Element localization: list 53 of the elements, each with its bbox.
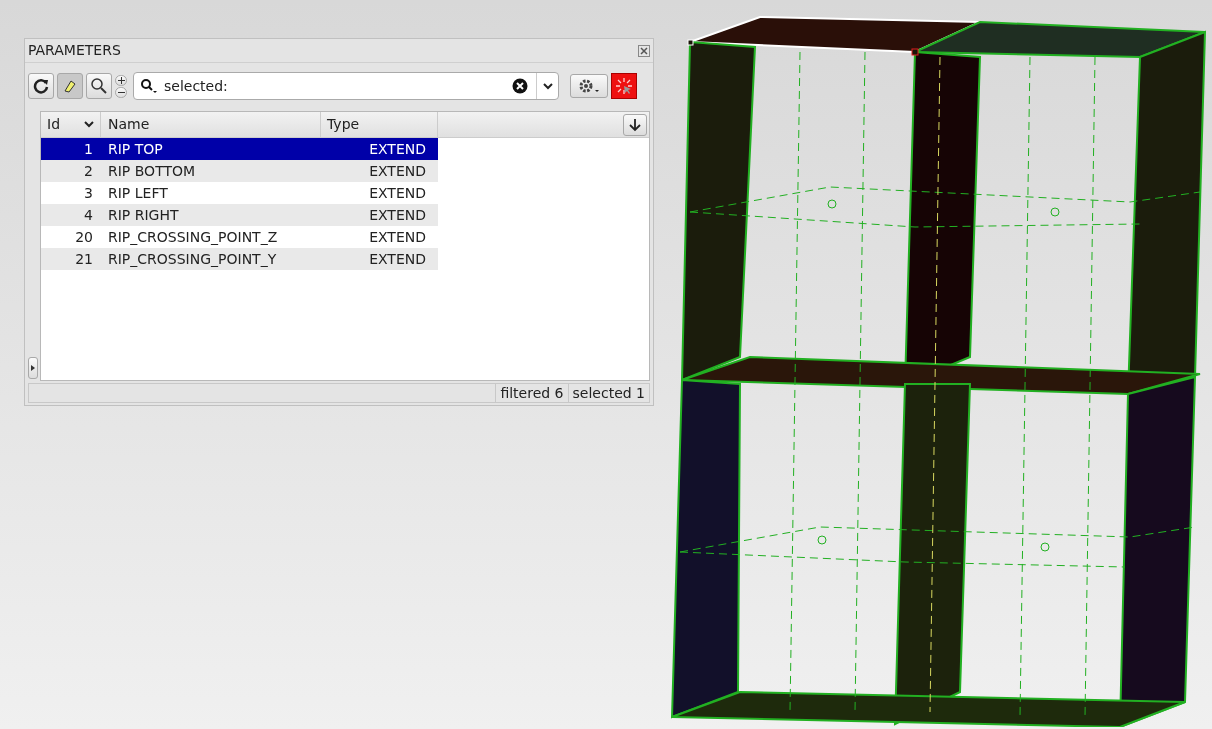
highlight-button[interactable]: [57, 73, 83, 99]
table-cell-text: EXTEND: [368, 227, 427, 247]
magnifier-icon: [90, 77, 108, 95]
column-header[interactable]: Id: [41, 112, 101, 137]
table-cell-text: EXTEND: [368, 183, 427, 203]
caret-icon: [542, 82, 553, 90]
down-arrow-icon: [629, 117, 641, 132]
table-row[interactable]: 2 RIP BOTTOM EXTEND: [41, 160, 438, 182]
plus-icon: [117, 76, 125, 84]
close-icon: [640, 46, 648, 55]
table-cell-text: EXTEND: [368, 161, 427, 181]
expand-button[interactable]: [115, 74, 127, 86]
table-cell-text: RIP TOP: [107, 139, 164, 159]
refresh-button[interactable]: [28, 73, 54, 99]
pick-button[interactable]: [611, 73, 637, 99]
table-cell-text: EXTEND: [368, 205, 427, 225]
table-row[interactable]: 1 RIP TOP EXTEND: [41, 138, 438, 160]
sort-caret-icon: [84, 121, 94, 128]
table-cell-text: 20: [74, 227, 94, 247]
table-cell-text: RIP_CROSSING_POINT_Y: [107, 249, 278, 269]
table-cell-text: EXTEND: [368, 139, 427, 159]
collapse-button[interactable]: [115, 86, 127, 98]
settings-button[interactable]: [570, 74, 608, 98]
highlighter-icon: [62, 78, 78, 94]
table-cell-text: RIP LEFT: [107, 183, 169, 203]
side-expand-button[interactable]: [28, 357, 38, 379]
table-cell-text: RIP BOTTOM: [107, 161, 197, 181]
table-cell-text: 21: [74, 249, 94, 269]
table-row[interactable]: 4 RIP RIGHT EXTEND: [41, 204, 438, 226]
column-label: Id: [47, 115, 60, 134]
table-cell-text: 2: [83, 161, 94, 181]
status-text: selected 1: [567, 384, 649, 402]
close-button[interactable]: [638, 44, 650, 57]
column-header[interactable]: Type: [321, 112, 438, 137]
clear-icon[interactable]: [512, 78, 528, 94]
table-cell-text: RIP RIGHT: [107, 205, 180, 225]
table-row[interactable]: 21 RIP_CROSSING_POINT_Y EXTEND: [41, 248, 438, 270]
search-field[interactable]: selected:: [133, 72, 559, 100]
status-text: filtered 6: [495, 384, 568, 402]
cursor-burst-icon: [615, 77, 633, 95]
refresh-icon: [33, 78, 49, 94]
table-cell-text: 1: [83, 139, 94, 159]
column-header[interactable]: Name: [101, 112, 321, 137]
zoom-button[interactable]: [86, 73, 112, 99]
settings-icon: [577, 78, 601, 94]
search-icon: [140, 78, 158, 94]
right-triangle-icon: [31, 365, 35, 371]
table-cell-text: 3: [83, 183, 94, 203]
scroll-down-button[interactable]: [623, 113, 647, 136]
panel-title: PARAMETERS: [28, 41, 121, 60]
table-cell-text: RIP_CROSSING_POINT_Z: [107, 227, 279, 247]
table-cell-text: EXTEND: [368, 249, 427, 269]
table-cell-text: 4: [83, 205, 94, 225]
